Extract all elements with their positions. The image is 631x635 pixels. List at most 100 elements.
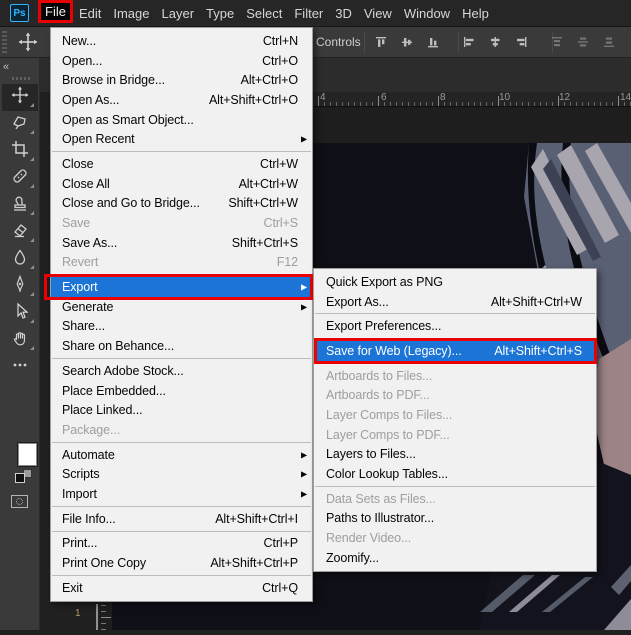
distribute-bottom-edges-button[interactable] — [600, 34, 618, 50]
menu-item-shortcut: Alt+Shift+Ctrl+S — [494, 343, 582, 358]
menu-item-export[interactable]: Export ▶ — [44, 274, 313, 300]
menu-item-file-info[interactable]: File Info... Alt+Shift+Ctrl+I — [51, 509, 312, 529]
lasso-tool[interactable] — [2, 111, 38, 138]
distribute-bottom-edges-icon — [604, 37, 614, 47]
menu-item-shortcut: F12 — [276, 255, 298, 270]
menu-item-print-one-copy[interactable]: Print One Copy Alt+Shift+Ctrl+P — [51, 553, 312, 573]
menu-item-close-all[interactable]: Close All Alt+Ctrl+W — [51, 174, 312, 194]
blur-tool[interactable] — [2, 246, 38, 273]
direct-selection-tool[interactable] — [2, 300, 38, 327]
align-bottom-edges-button[interactable] — [424, 34, 442, 50]
menu-item-share-on-behance[interactable]: Share on Behance... — [51, 336, 312, 356]
menubar-item-file[interactable]: File — [38, 0, 73, 23]
menu-item-save-as[interactable]: Save As... Shift+Ctrl+S — [51, 233, 312, 253]
menu-item-save-for-web-legacy[interactable]: Save for Web (Legacy)... Alt+Shift+Ctrl+S — [314, 338, 597, 364]
menu-separator — [315, 362, 595, 364]
menu-item-browse-in-bridge[interactable]: Browse in Bridge... Alt+Ctrl+O — [51, 70, 312, 90]
menu-item-label: Export — [62, 280, 98, 295]
menu-item-close-and-go-to-bridge[interactable]: Close and Go to Bridge... Shift+Ctrl+W — [51, 194, 312, 214]
menu-item-label: Close — [62, 156, 94, 171]
menu-item-open-recent[interactable]: Open Recent ▶ — [51, 129, 312, 149]
menu-item-print[interactable]: Print... Ctrl+P — [51, 534, 312, 554]
foreground-color-swatch[interactable] — [17, 442, 38, 467]
crop-tool[interactable] — [2, 138, 38, 165]
menubar-item-select[interactable]: Select — [240, 0, 288, 27]
eraser-tool[interactable] — [2, 219, 38, 246]
menu-item-label: Export Preferences... — [326, 319, 442, 334]
menu-item-place-linked[interactable]: Place Linked... — [51, 400, 312, 420]
menu-item-close[interactable]: Close Ctrl+W — [51, 154, 312, 174]
menubar-item-window[interactable]: Window — [398, 0, 456, 27]
align-right-edges-button[interactable] — [512, 34, 530, 50]
align-vertical-centers-button[interactable] — [398, 34, 416, 50]
menu-item-import[interactable]: Import ▶ — [51, 484, 312, 504]
menubar-item-image[interactable]: Image — [107, 0, 155, 27]
align-top-edges-icon — [376, 37, 386, 47]
menu-item-open-as-smart-object[interactable]: Open as Smart Object... — [51, 110, 312, 130]
photoshop-logo-icon: Ps — [10, 4, 29, 22]
align-top-edges-button[interactable] — [372, 34, 390, 50]
menu-item-new[interactable]: New... Ctrl+N — [51, 31, 312, 51]
pen-tool[interactable] — [2, 273, 38, 300]
quick-mask-button[interactable] — [11, 495, 28, 508]
hand-icon — [11, 329, 29, 352]
menu-item-artboards-to-files: Artboards to Files... — [314, 366, 596, 386]
healing-brush-tool[interactable] — [2, 165, 38, 192]
menu-item-generate[interactable]: Generate ▶ — [51, 297, 312, 317]
align-vertical-centers-icon — [402, 38, 412, 47]
menubar-item-view[interactable]: View — [358, 0, 398, 27]
move-tool[interactable] — [2, 84, 38, 111]
menu-item-label: Open as Smart Object... — [62, 112, 194, 127]
hand-tool[interactable] — [2, 327, 38, 354]
menu-item-package: Package... — [51, 420, 312, 440]
menu-item-paths-to-illustrator[interactable]: Paths to Illustrator... — [314, 509, 596, 529]
lasso-icon — [11, 113, 29, 136]
distribute-top-edges-button[interactable] — [548, 34, 566, 50]
menu-item-export-as[interactable]: Export As... Alt+Shift+Ctrl+W — [314, 292, 596, 312]
menu-item-layers-to-files[interactable]: Layers to Files... — [314, 445, 596, 465]
menu-item-label: Quick Export as PNG — [326, 274, 443, 289]
menubar-item-filter[interactable]: Filter — [288, 0, 329, 27]
menu-item-label: Place Linked... — [62, 403, 143, 418]
menubar-item-type[interactable]: Type — [200, 0, 240, 27]
edit-toolbar-button[interactable] — [2, 354, 38, 381]
menu-item-open-as[interactable]: Open As... Alt+Shift+Ctrl+O — [51, 90, 312, 110]
menu-item-label: Open As... — [62, 92, 120, 107]
menu-item-revert: Revert F12 — [51, 253, 312, 273]
menu-item-place-embedded[interactable]: Place Embedded... — [51, 381, 312, 401]
menubar-item-edit[interactable]: Edit — [73, 0, 107, 27]
collapse-panel-icon[interactable]: « — [3, 61, 9, 73]
menu-item-share[interactable]: Share... — [51, 317, 312, 337]
submenu-arrow-icon: ▶ — [300, 450, 307, 460]
menu-item-label: Paths to Illustrator... — [326, 511, 435, 526]
submenu-arrow-icon: ▶ — [300, 302, 307, 312]
menu-item-quick-export-as-png[interactable]: Quick Export as PNG — [314, 272, 596, 292]
menu-item-color-lookup-tables[interactable]: Color Lookup Tables... — [314, 464, 596, 484]
default-foreground-color-swatch[interactable] — [15, 473, 25, 483]
color-swatches — [0, 440, 40, 520]
menu-item-zoomify[interactable]: Zoomify... — [314, 548, 596, 568]
align-horizontal-centers-icon — [491, 37, 500, 47]
menubar-item-3d[interactable]: 3D — [329, 0, 358, 27]
menu-item-label: Automate — [62, 447, 115, 462]
menu-separator — [315, 485, 595, 487]
menu-item-export-preferences[interactable]: Export Preferences... — [314, 316, 596, 336]
menubar-item-help[interactable]: Help — [456, 0, 495, 27]
menu-item-label: New... — [62, 33, 97, 48]
distribute-vertical-centers-button[interactable] — [574, 34, 592, 50]
menu-item-exit[interactable]: Exit Ctrl+Q — [51, 578, 312, 598]
align-horizontal-centers-button[interactable] — [486, 34, 504, 50]
clone-stamp-tool[interactable] — [2, 192, 38, 219]
menu-separator — [52, 358, 311, 359]
menubar-item-layer[interactable]: Layer — [156, 0, 201, 27]
menu-item-shortcut: Ctrl+W — [260, 156, 298, 171]
menu-item-automate[interactable]: Automate ▶ — [51, 445, 312, 465]
menu-item-shortcut: Alt+Shift+Ctrl+W — [490, 294, 582, 309]
menu-item-scripts[interactable]: Scripts ▶ — [51, 464, 312, 484]
menu-item-open[interactable]: Open... Ctrl+O — [51, 51, 312, 71]
menu-item-search-adobe-stock[interactable]: Search Adobe Stock... — [51, 361, 312, 381]
align-left-edges-button[interactable] — [460, 34, 478, 50]
menu-item-label: Package... — [62, 422, 121, 437]
menu-separator — [52, 505, 311, 507]
menu-item-layer-comps-to-pdf: Layer Comps to PDF... — [314, 425, 596, 445]
